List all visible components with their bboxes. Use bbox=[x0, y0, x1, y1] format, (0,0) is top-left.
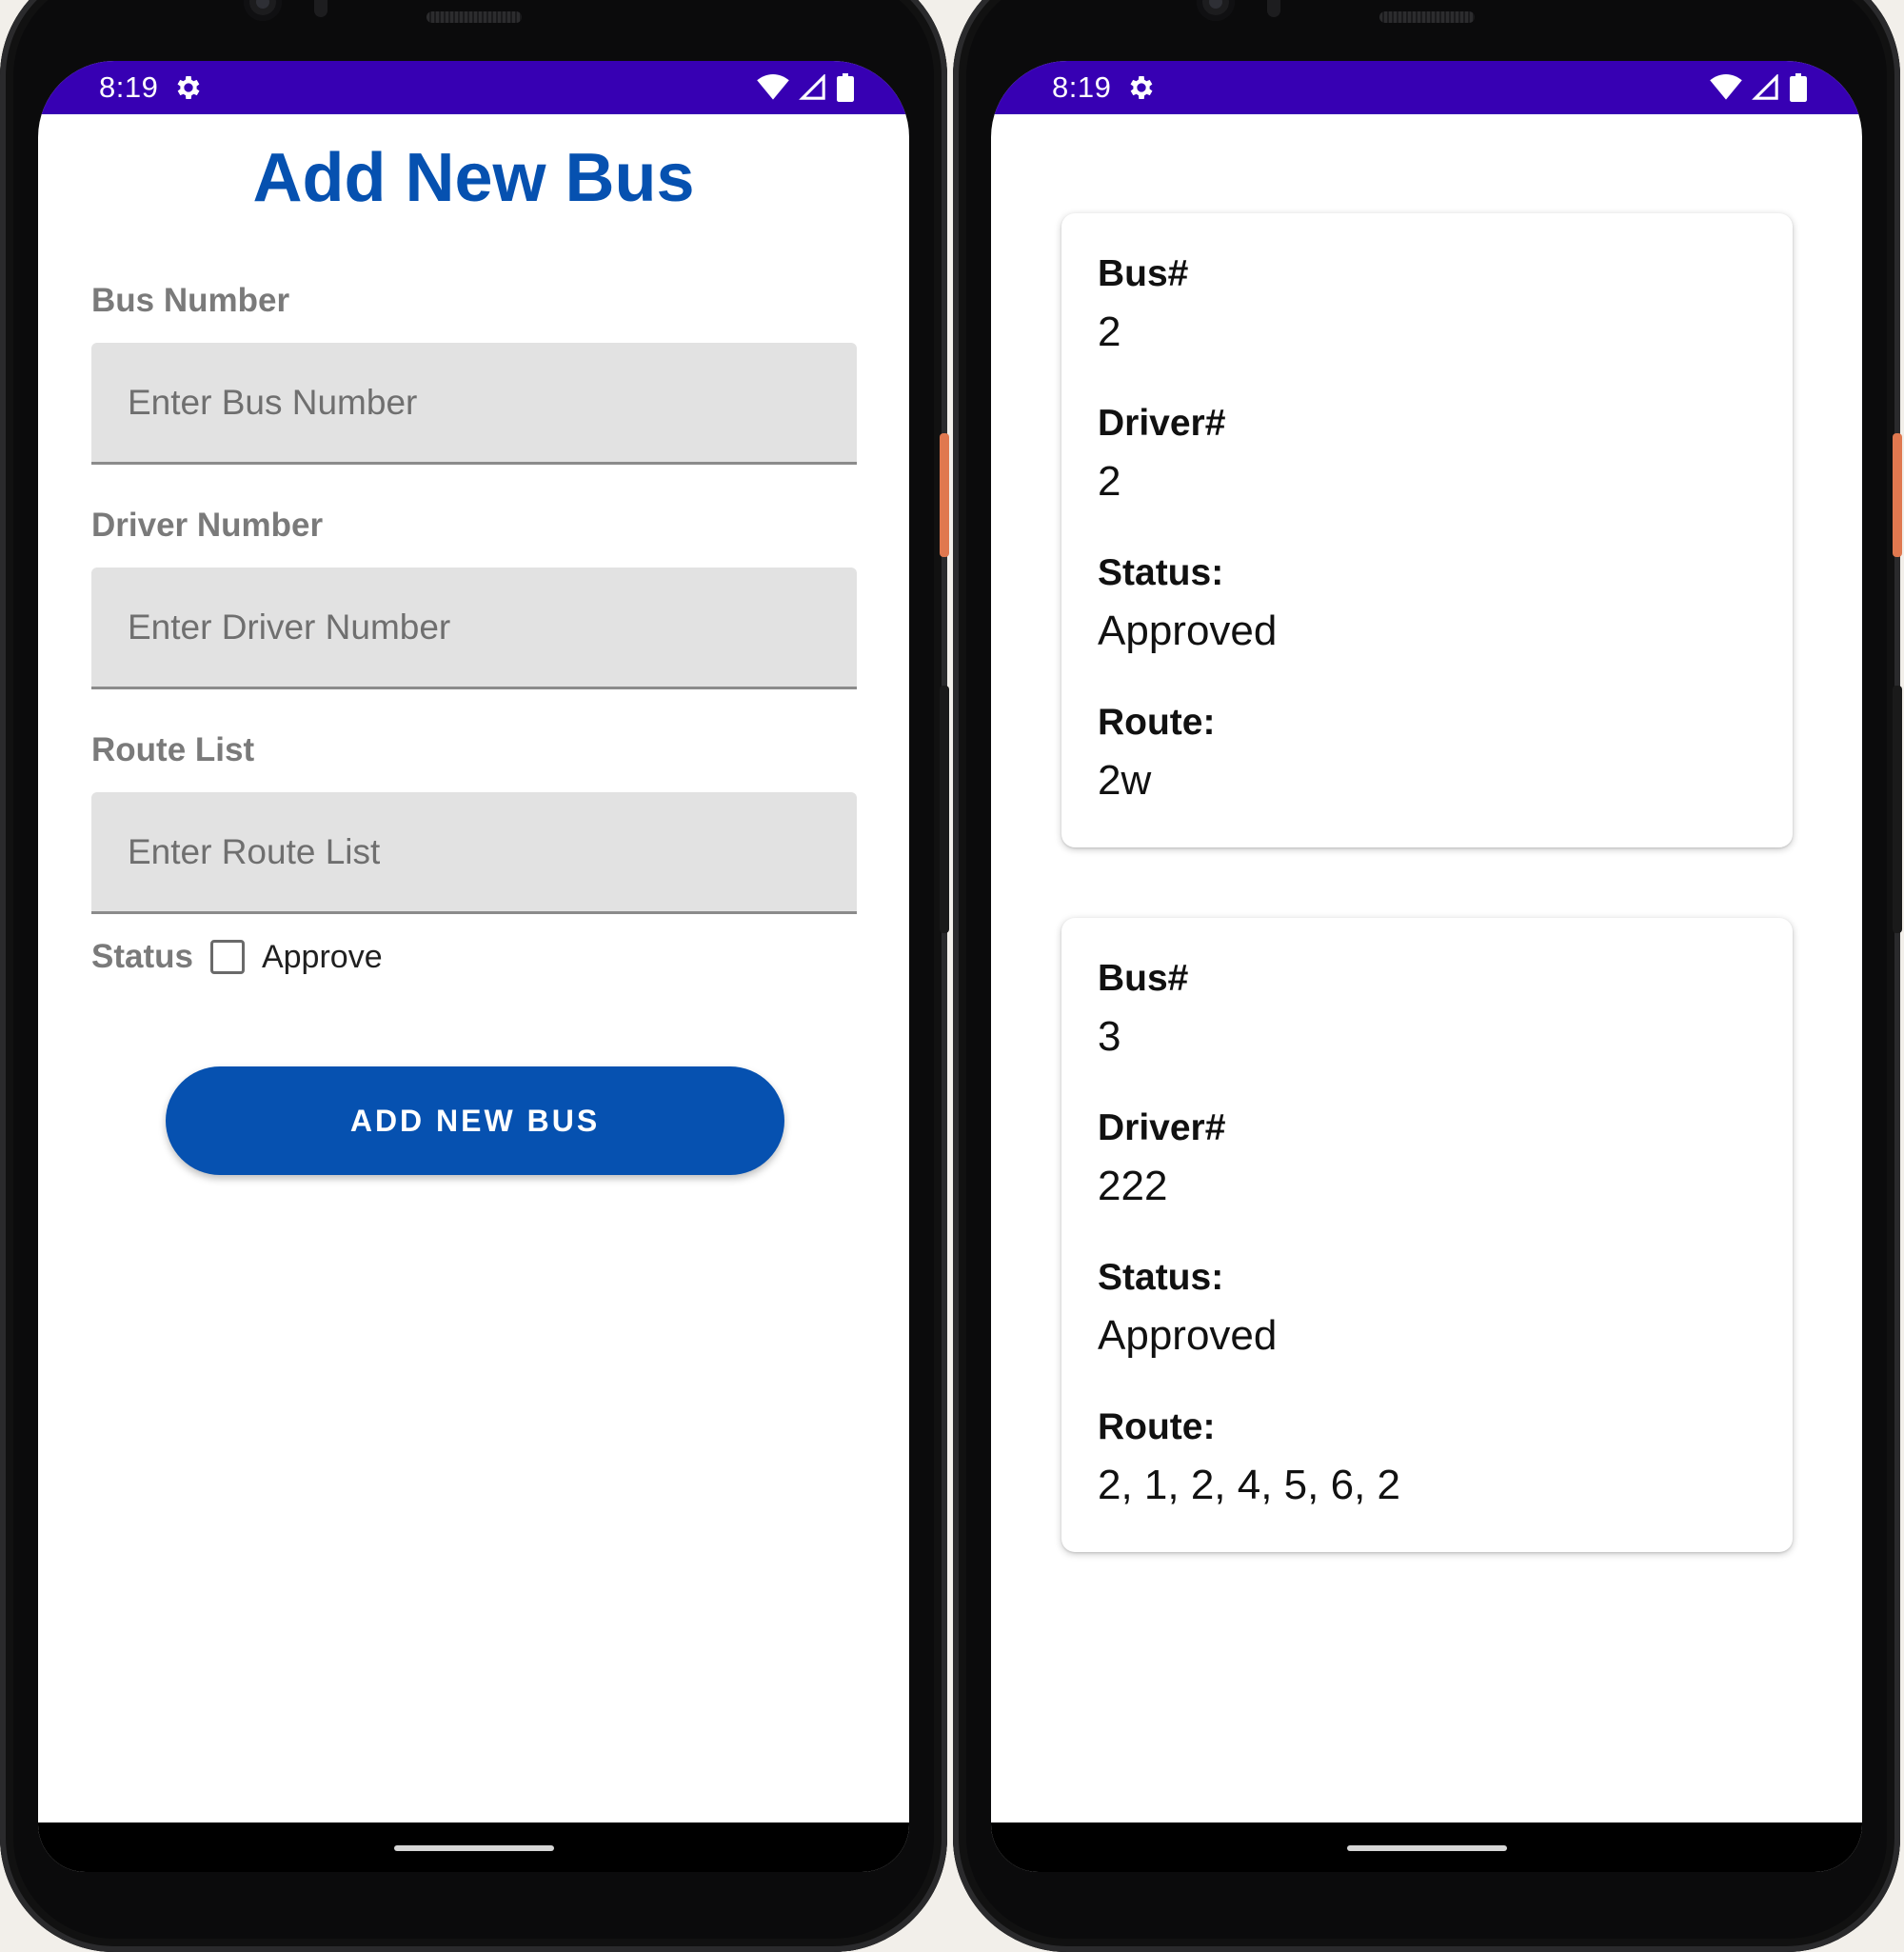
status-bar: 8:19 bbox=[38, 61, 909, 114]
front-camera bbox=[1197, 0, 1235, 21]
status-key: Status: bbox=[1098, 1257, 1224, 1298]
driver-number-key: Driver# bbox=[1098, 403, 1226, 444]
wifi-icon bbox=[1710, 74, 1742, 100]
bus-number-input[interactable] bbox=[91, 343, 857, 462]
bus-number-key: Bus# bbox=[1098, 253, 1189, 294]
navigation-bar bbox=[38, 1823, 909, 1872]
driver-number-item: Driver# 2 bbox=[1098, 403, 1225, 506]
navigation-bar bbox=[991, 1823, 1862, 1872]
add-new-bus-button[interactable]: ADD NEW BUS bbox=[166, 1066, 784, 1175]
driver-number-input[interactable] bbox=[91, 568, 857, 687]
status-value: Approved bbox=[1098, 608, 1278, 654]
phone-volume-button bbox=[940, 686, 949, 933]
driver-number-label: Driver Number bbox=[91, 507, 324, 544]
bus-number-item: Bus# 3 bbox=[1098, 958, 1188, 1061]
phone-side-button bbox=[940, 433, 949, 557]
driver-number-value: 2 bbox=[1098, 458, 1121, 505]
route-key: Route: bbox=[1098, 1406, 1216, 1447]
earpiece-speaker bbox=[1379, 11, 1475, 23]
status-value: Approved bbox=[1098, 1312, 1278, 1359]
driver-number-field[interactable] bbox=[91, 568, 857, 689]
bus-number-key: Bus# bbox=[1098, 958, 1189, 999]
bus-number-field[interactable] bbox=[91, 343, 857, 465]
route-list-input[interactable] bbox=[91, 792, 857, 911]
driver-number-value: 222 bbox=[1098, 1163, 1168, 1209]
bus-card[interactable]: Bus# 3 Driver# 222 Status: Approved Rout… bbox=[1061, 918, 1793, 1552]
phone-volume-button bbox=[1893, 686, 1902, 933]
bus-number-label: Bus Number bbox=[91, 282, 290, 319]
cell-signal-icon bbox=[799, 74, 825, 100]
page-title: Add New Bus bbox=[252, 140, 695, 216]
route-key: Route: bbox=[1098, 702, 1216, 743]
home-gesture-handle[interactable] bbox=[393, 1845, 554, 1851]
bus-number-value: 3 bbox=[1098, 1013, 1121, 1060]
settings-gear-icon bbox=[177, 76, 200, 99]
proximity-sensor bbox=[314, 0, 327, 17]
cell-signal-icon bbox=[1752, 74, 1778, 100]
screen-add-bus: 8:19 Add New Bus Bus Number Enter Bus Nu… bbox=[38, 61, 909, 1872]
approve-checkbox[interactable] bbox=[209, 940, 245, 974]
bus-number-value: 2 bbox=[1098, 309, 1121, 355]
phone-frame-left: 8:19 Add New Bus Bus Number Enter Bus Nu… bbox=[0, 0, 949, 1952]
status-item: Status: Approved bbox=[1098, 552, 1277, 655]
battery-icon bbox=[837, 73, 854, 102]
status-bar: 8:19 bbox=[991, 61, 1862, 114]
approve-checkbox-label[interactable]: Approve bbox=[262, 939, 383, 976]
screen-bus-list: 8:19 Bus# 2 Driver# 2 Status: Approved R… bbox=[991, 61, 1862, 1872]
route-value: 2, 1, 2, 4, 5, 6, 2 bbox=[1098, 1462, 1400, 1508]
earpiece-speaker bbox=[426, 11, 522, 23]
route-item: Route: 2w bbox=[1098, 702, 1215, 805]
battery-icon bbox=[1790, 73, 1807, 102]
bus-card[interactable]: Bus# 2 Driver# 2 Status: Approved Route:… bbox=[1061, 213, 1793, 847]
phone-frame-right: 8:19 Bus# 2 Driver# 2 Status: Approved R… bbox=[953, 0, 1902, 1952]
status-key: Status: bbox=[1098, 552, 1224, 593]
status-label: Status bbox=[91, 938, 193, 975]
status-bar-time: 8:19 bbox=[99, 70, 159, 104]
driver-number-key: Driver# bbox=[1098, 1107, 1226, 1148]
route-value: 2w bbox=[1098, 757, 1152, 804]
route-list-label: Route List bbox=[91, 731, 255, 768]
front-camera bbox=[244, 0, 282, 21]
status-row: Status Approve bbox=[91, 933, 383, 981]
bus-number-item: Bus# 2 bbox=[1098, 253, 1188, 356]
home-gesture-handle[interactable] bbox=[1346, 1845, 1507, 1851]
phone-side-button bbox=[1893, 433, 1902, 557]
wifi-icon bbox=[757, 74, 789, 100]
status-bar-time: 8:19 bbox=[1052, 70, 1112, 104]
status-item: Status: Approved bbox=[1098, 1257, 1277, 1360]
route-list-field[interactable] bbox=[91, 792, 857, 914]
route-item: Route: 2, 1, 2, 4, 5, 6, 2 bbox=[1098, 1406, 1400, 1509]
driver-number-item: Driver# 222 bbox=[1098, 1107, 1225, 1210]
proximity-sensor bbox=[1267, 0, 1280, 17]
settings-gear-icon bbox=[1130, 76, 1153, 99]
